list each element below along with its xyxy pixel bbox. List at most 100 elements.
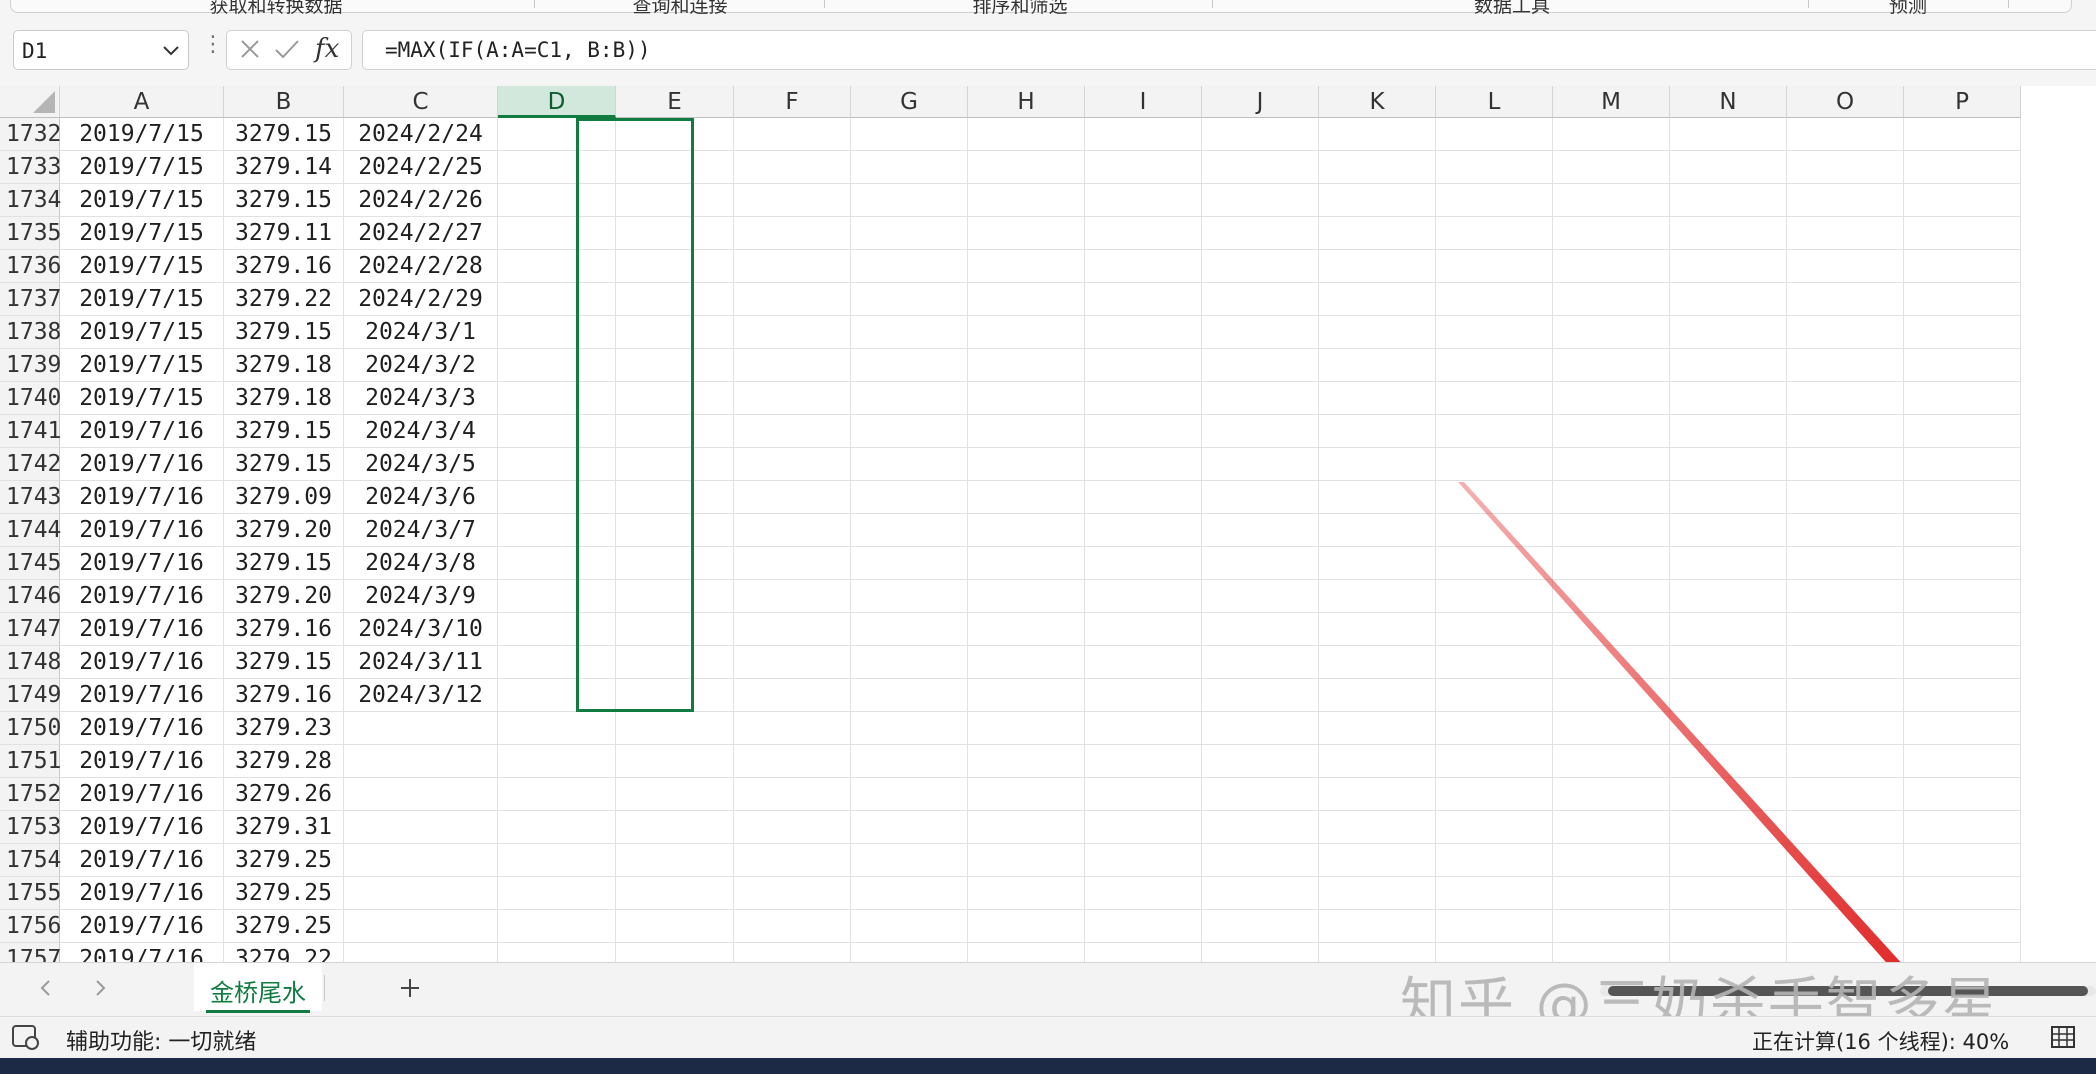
cell-f[interactable]: [734, 514, 851, 547]
cell-m[interactable]: [1553, 382, 1670, 415]
row-header[interactable]: 1739: [0, 349, 61, 382]
cell-e[interactable]: [616, 118, 734, 151]
cell-d[interactable]: [498, 448, 616, 481]
cell-n[interactable]: [1670, 514, 1787, 547]
cell-h[interactable]: [968, 547, 1085, 580]
cell-i[interactable]: [1085, 118, 1202, 151]
cell-m[interactable]: [1553, 448, 1670, 481]
more-options-icon[interactable]: ⋮: [202, 34, 224, 56]
cell-p[interactable]: [1904, 316, 2021, 349]
cell-p[interactable]: [1904, 283, 2021, 316]
cell-n[interactable]: [1670, 250, 1787, 283]
cell-n[interactable]: [1670, 316, 1787, 349]
cell-a[interactable]: 2019/7/16: [60, 580, 224, 613]
cell-j[interactable]: [1202, 316, 1319, 349]
cell-l[interactable]: [1436, 580, 1553, 613]
cell-m[interactable]: [1553, 712, 1670, 745]
cell-n[interactable]: [1670, 349, 1787, 382]
cell-k[interactable]: [1319, 811, 1436, 844]
cell-o[interactable]: [1787, 910, 1904, 943]
cell-g[interactable]: [851, 382, 968, 415]
row-header[interactable]: 1749: [0, 679, 61, 712]
cell-j[interactable]: [1202, 778, 1319, 811]
cell-j[interactable]: [1202, 184, 1319, 217]
cell-b[interactable]: 3279.26: [224, 778, 344, 811]
cell-k[interactable]: [1319, 844, 1436, 877]
cell-h[interactable]: [968, 745, 1085, 778]
cell-j[interactable]: [1202, 646, 1319, 679]
cell-h[interactable]: [968, 316, 1085, 349]
cell-h[interactable]: [968, 646, 1085, 679]
cell-g[interactable]: [851, 184, 968, 217]
cell-e[interactable]: [616, 514, 734, 547]
cell-c[interactable]: 2024/2/25: [344, 151, 498, 184]
cell-o[interactable]: [1787, 184, 1904, 217]
cell-c[interactable]: 2024/2/26: [344, 184, 498, 217]
cell-k[interactable]: [1319, 613, 1436, 646]
cell-f[interactable]: [734, 646, 851, 679]
cell-f[interactable]: [734, 448, 851, 481]
cell-i[interactable]: [1085, 844, 1202, 877]
cell-h[interactable]: [968, 613, 1085, 646]
cell-e[interactable]: [616, 877, 734, 910]
cell-j[interactable]: [1202, 745, 1319, 778]
cell-c[interactable]: 2024/3/3: [344, 382, 498, 415]
cell-g[interactable]: [851, 745, 968, 778]
cell-o[interactable]: [1787, 151, 1904, 184]
cell-l[interactable]: [1436, 679, 1553, 712]
cell-b[interactable]: 3279.28: [224, 745, 344, 778]
cell-c[interactable]: [344, 910, 498, 943]
cell-c[interactable]: 2024/3/8: [344, 547, 498, 580]
cell-j[interactable]: [1202, 250, 1319, 283]
cell-h[interactable]: [968, 778, 1085, 811]
cell-p[interactable]: [1904, 151, 2021, 184]
row-header[interactable]: 1734: [0, 184, 61, 217]
cell-p[interactable]: [1904, 448, 2021, 481]
cell-i[interactable]: [1085, 910, 1202, 943]
cell-n[interactable]: [1670, 712, 1787, 745]
cell-f[interactable]: [734, 283, 851, 316]
cell-n[interactable]: [1670, 415, 1787, 448]
cell-o[interactable]: [1787, 778, 1904, 811]
cell-d[interactable]: [498, 283, 616, 316]
cell-f[interactable]: [734, 184, 851, 217]
cell-d[interactable]: [498, 316, 616, 349]
column-header-i[interactable]: I: [1085, 86, 1202, 118]
column-header-o[interactable]: O: [1787, 86, 1904, 118]
cell-m[interactable]: [1553, 415, 1670, 448]
cell-c[interactable]: 2024/3/11: [344, 646, 498, 679]
cell-k[interactable]: [1319, 877, 1436, 910]
row-header[interactable]: 1736: [0, 250, 61, 283]
cell-o[interactable]: [1787, 448, 1904, 481]
cell-d[interactable]: [498, 712, 616, 745]
cell-g[interactable]: [851, 415, 968, 448]
close-icon[interactable]: [235, 34, 265, 71]
cell-p[interactable]: [1904, 844, 2021, 877]
cell-f[interactable]: [734, 580, 851, 613]
cell-d[interactable]: [498, 613, 616, 646]
cell-j[interactable]: [1202, 415, 1319, 448]
row-header[interactable]: 1755: [0, 877, 61, 910]
cell-k[interactable]: [1319, 712, 1436, 745]
column-header-b[interactable]: B: [224, 86, 344, 118]
row-header[interactable]: 1742: [0, 448, 61, 481]
cell-m[interactable]: [1553, 250, 1670, 283]
cell-l[interactable]: [1436, 613, 1553, 646]
cell-a[interactable]: 2019/7/15: [60, 151, 224, 184]
cell-g[interactable]: [851, 118, 968, 151]
cell-j[interactable]: [1202, 118, 1319, 151]
cell-f[interactable]: [734, 943, 851, 962]
cell-m[interactable]: [1553, 844, 1670, 877]
cell-k[interactable]: [1319, 316, 1436, 349]
cell-p[interactable]: [1904, 415, 2021, 448]
row-header[interactable]: 1753: [0, 811, 61, 844]
cell-o[interactable]: [1787, 382, 1904, 415]
cell-b[interactable]: 3279.09: [224, 481, 344, 514]
cell-e[interactable]: [616, 349, 734, 382]
cell-p[interactable]: [1904, 481, 2021, 514]
cell-p[interactable]: [1904, 118, 2021, 151]
cell-l[interactable]: [1436, 448, 1553, 481]
row-header[interactable]: 1745: [0, 547, 61, 580]
cell-m[interactable]: [1553, 910, 1670, 943]
cell-k[interactable]: [1319, 217, 1436, 250]
